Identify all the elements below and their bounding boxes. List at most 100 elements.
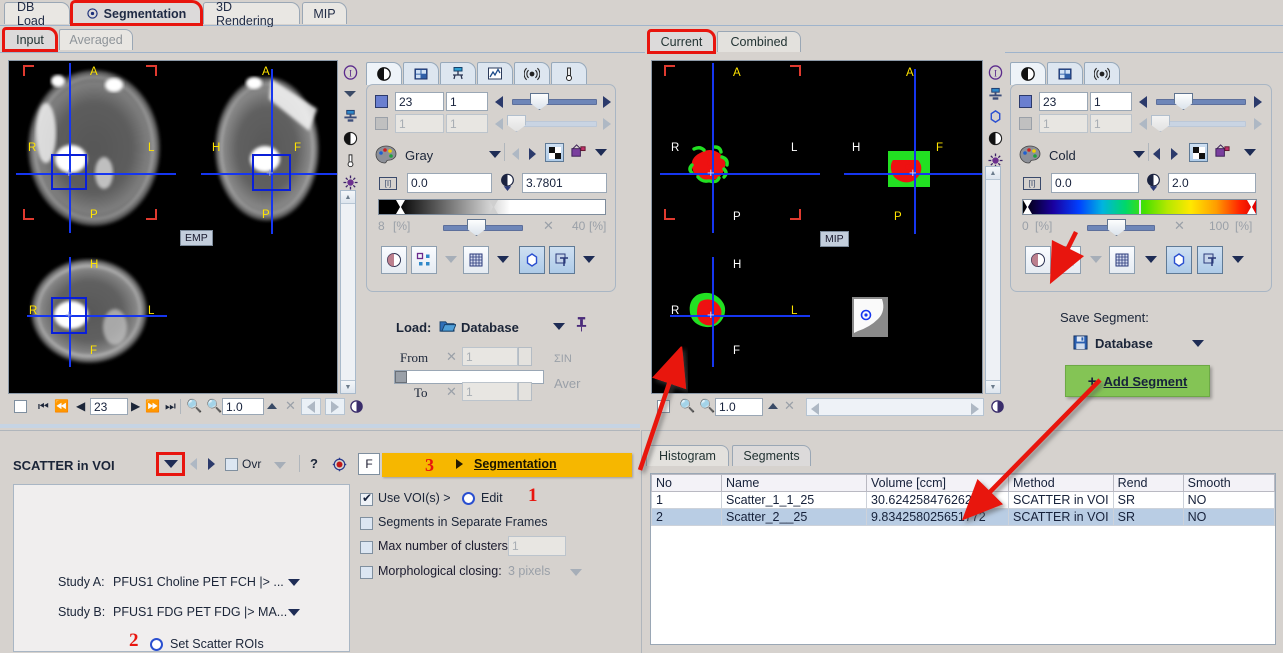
right-zoom-out-icon[interactable]: 🔍: [699, 398, 715, 414]
help-icon[interactable]: ?: [310, 456, 318, 471]
col-name[interactable]: Name: [721, 474, 867, 492]
right-zoom-level-input[interactable]: 1.0: [715, 398, 763, 416]
tab-mip[interactable]: MIP: [302, 2, 347, 24]
right-viewport-scrollbar[interactable]: ▲ ▼: [985, 166, 1001, 394]
frame-slider-track[interactable]: [512, 99, 597, 105]
right-frame-prev-arrow[interactable]: [1139, 96, 1147, 108]
tab-histogram[interactable]: Histogram: [646, 445, 729, 466]
right-annotate-text-button[interactable]: [1197, 246, 1223, 274]
to-spinner[interactable]: [518, 382, 532, 401]
paint-bucket-icon[interactable]: [570, 143, 587, 163]
frame-color-swatch[interactable]: [375, 95, 388, 108]
tab-contrast[interactable]: [366, 62, 402, 85]
right-cluster-options-caret[interactable]: [1090, 256, 1102, 263]
cluster-button[interactable]: [411, 246, 437, 274]
cold-lut-bar[interactable]: [1022, 199, 1257, 215]
frame-slider-thumb[interactable]: [530, 93, 549, 110]
right-tab-layout-grid[interactable]: [1047, 62, 1083, 85]
palette-icon[interactable]: [375, 145, 397, 168]
right-palette-icon[interactable]: [1019, 145, 1041, 168]
subtab-input[interactable]: Input: [2, 27, 58, 52]
gray-lut-bar[interactable]: [378, 199, 606, 215]
right-colormap-prev-arrow[interactable]: [1153, 148, 1160, 160]
zoom-in-icon[interactable]: 🔍: [186, 398, 202, 414]
max-clusters-checkbox[interactable]: [360, 541, 373, 554]
slice-number-input[interactable]: 23: [90, 398, 128, 415]
cluster-options-caret[interactable]: [445, 256, 457, 263]
segmentation-action-bar[interactable]: 3 Segmentation: [382, 453, 632, 477]
annotate-text-button[interactable]: [549, 246, 575, 274]
right-transparency-button[interactable]: [1025, 246, 1051, 274]
ovr-caret[interactable]: [274, 462, 286, 469]
right-clear-window-icon[interactable]: ✕: [1174, 218, 1185, 234]
right-annotate-options-caret[interactable]: [1232, 256, 1244, 263]
scatter-plot-area[interactable]: [13, 484, 350, 652]
right-invert-colormap-button[interactable]: [1189, 143, 1208, 162]
scatter-next-arrow[interactable]: [208, 458, 215, 470]
to-clear-icon[interactable]: ✕: [446, 384, 457, 400]
tab-current[interactable]: Current: [647, 29, 716, 54]
subtab-averaged[interactable]: Averaged: [59, 29, 133, 50]
right-image-viewport[interactable]: + A R L P + A H F P MIP + H R L F: [651, 60, 983, 394]
edit-label[interactable]: Edit: [481, 491, 503, 505]
right-contrast-icon[interactable]: [985, 128, 1005, 148]
morphological-closing-checkbox[interactable]: [360, 566, 373, 579]
grid-overlay-button[interactable]: [463, 246, 489, 274]
right-window-slider-thumb[interactable]: [1107, 219, 1126, 236]
tab-annotation[interactable]: [440, 62, 476, 85]
left-select-all-checkbox[interactable]: [14, 400, 27, 413]
grid-options-caret[interactable]: [497, 256, 509, 263]
right-contrast-toggle-icon[interactable]: [990, 399, 1005, 417]
min-value-input[interactable]: 0.0: [407, 173, 492, 193]
edit-radio[interactable]: [462, 492, 475, 505]
load-source-caret[interactable]: [553, 323, 565, 330]
f-button[interactable]: F: [358, 453, 380, 475]
right-frame-next-arrow[interactable]: [1254, 96, 1262, 108]
layout-icon[interactable]: [340, 106, 360, 126]
zoom-out-icon[interactable]: 🔍: [206, 398, 222, 414]
right-grid-overlay-button[interactable]: [1109, 246, 1135, 274]
study-a-value[interactable]: PFUS1 Choline PET FCH |> ...: [113, 575, 284, 589]
use-vois-checkbox[interactable]: [360, 491, 373, 506]
col-method[interactable]: Method: [1008, 474, 1114, 492]
right-colormap-next-arrow[interactable]: [1171, 148, 1178, 160]
step-back-icon[interactable]: ◀: [76, 399, 85, 413]
study-b-caret[interactable]: [288, 609, 300, 616]
clear-window-icon[interactable]: ✕: [543, 218, 554, 234]
right-scroll-up-icon[interactable]: ▲: [986, 167, 1000, 180]
tab-combined[interactable]: Combined: [717, 31, 801, 52]
right-contrast-drop-icon[interactable]: [1145, 173, 1162, 195]
fast-forward-icon[interactable]: ⏩: [145, 399, 160, 413]
frame-index-input[interactable]: 23: [395, 92, 444, 111]
colormap-dropdown-caret[interactable]: [489, 151, 501, 158]
tab-layout-grid[interactable]: [403, 62, 439, 85]
scatter-prev-arrow[interactable]: [190, 458, 197, 470]
info-icon[interactable]: I: [340, 62, 360, 82]
left-viewport-scrollbar[interactable]: ▲ ▼: [340, 190, 356, 394]
scroll-down-icon[interactable]: ▼: [341, 380, 355, 393]
right-frame-color-swatch[interactable]: [1019, 95, 1032, 108]
segments-table-wrap[interactable]: No Name Volume [ccm] Method Rend Smooth …: [650, 473, 1276, 645]
right-horizontal-scrollbar[interactable]: [806, 398, 984, 416]
col-smooth[interactable]: Smooth: [1182, 474, 1275, 492]
right-info-icon[interactable]: I: [985, 62, 1005, 82]
load-source-value[interactable]: Database: [461, 320, 519, 335]
right-colormap-dropdown-caret[interactable]: [1133, 151, 1145, 158]
segments-separate-frames-checkbox[interactable]: [360, 517, 373, 530]
right-grid-options-caret[interactable]: [1145, 256, 1157, 263]
right-tab-fusion[interactable]: [1084, 62, 1120, 85]
tab-segments[interactable]: Segments: [732, 445, 811, 466]
crosshair-icon[interactable]: [340, 172, 360, 192]
scroll-up-icon[interactable]: ▲: [341, 191, 355, 204]
right-contour-button[interactable]: [1166, 246, 1192, 274]
col-volume[interactable]: Volume [ccm]: [866, 474, 1009, 492]
right-frame-slider-thumb[interactable]: [1174, 93, 1193, 110]
right-zoom-in-icon[interactable]: 🔍: [679, 398, 695, 414]
col-rend[interactable]: Rend: [1112, 474, 1184, 492]
pin-icon[interactable]: [575, 316, 588, 336]
lut-low-marker[interactable]: [396, 200, 405, 214]
right-colormap-options-caret[interactable]: [1244, 149, 1256, 156]
frame-next-arrow[interactable]: [603, 96, 611, 108]
page-left-icon[interactable]: [301, 398, 321, 415]
thermometer-icon[interactable]: [340, 150, 360, 170]
